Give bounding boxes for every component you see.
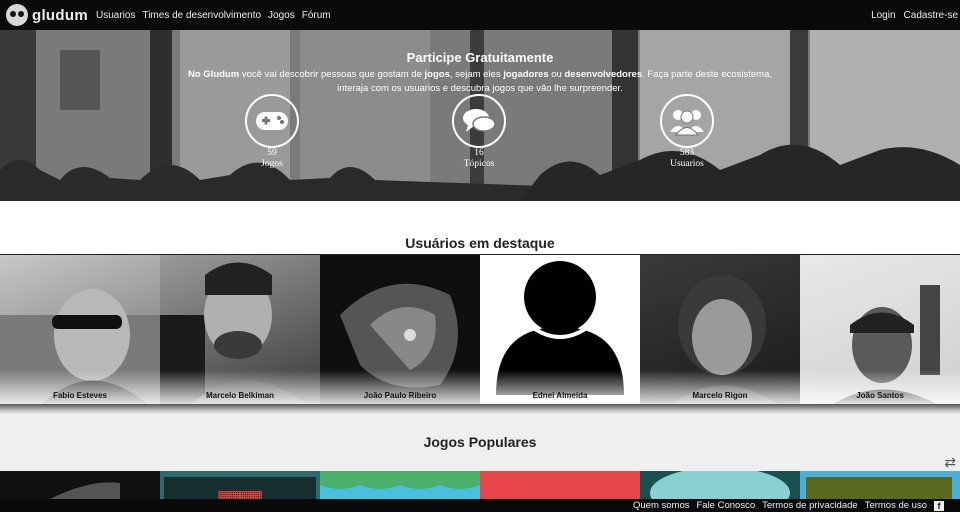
footer-fale-conosco[interactable]: Fale Conosco [696, 500, 755, 511]
login-link[interactable]: Login [871, 10, 895, 21]
featured-users-title: Usuários em destaque [405, 235, 555, 251]
auth-nav: Login Cadastre-se [871, 10, 958, 21]
logo[interactable]: gludum [6, 4, 90, 26]
stat-topicos[interactable]: 16 Tópicos [434, 94, 524, 170]
user-name: Marcelo Rigon [692, 391, 748, 400]
footer-quem-somos[interactable]: Quem somos [633, 500, 690, 511]
logo-text: gludum [32, 6, 88, 24]
signup-link[interactable]: Cadastre-se [904, 10, 958, 21]
user-card[interactable]: Fabio Esteves [0, 255, 160, 406]
popular-games-title: Jogos Populares [423, 434, 537, 450]
nav-jogos[interactable]: Jogos [268, 10, 295, 21]
user-card[interactable]: João Santos [800, 255, 960, 406]
nav-usuarios[interactable]: Usuarios [96, 10, 135, 21]
user-card[interactable]: João Paulo Ribeiro [320, 255, 480, 406]
user-card[interactable]: Marcelo Rigon [640, 255, 800, 406]
user-card[interactable]: Marcelo Belkiman [160, 255, 320, 406]
user-card[interactable]: Ednei Almeida [480, 255, 640, 406]
hero-banner: Participe Gratuitamente No Gludum você v… [0, 30, 960, 201]
featured-users-carousel: Fabio Esteves Marcelo Belkiman João Paul… [0, 254, 960, 406]
footer-termos-uso[interactable]: Termos de uso [865, 500, 927, 511]
footer-privacidade[interactable]: Termos de privacidade [762, 500, 858, 511]
user-name: João Santos [856, 391, 904, 400]
hero-description: No Gludum você vai descobrir pessoas que… [187, 69, 773, 94]
main-nav: Usuarios Times de desenvolvimento Jogos … [96, 10, 331, 21]
nav-times[interactable]: Times de desenvolvimento [142, 10, 261, 21]
hero-title: Participe Gratuitamente [406, 50, 554, 65]
stat-jogos[interactable]: 59 Jogos [227, 94, 317, 170]
user-name: João Paulo Ribeiro [363, 391, 437, 400]
facebook-icon[interactable]: f [934, 500, 944, 511]
nav-forum[interactable]: Fórum [302, 10, 331, 21]
user-name: Ednei Almeida [532, 391, 588, 400]
users-group-icon [660, 94, 714, 148]
stat-usuarios[interactable]: 583 Usuarios [642, 94, 732, 170]
chat-bubbles-icon [452, 94, 506, 148]
alien-logo-icon [6, 4, 28, 26]
divider-shadow [0, 404, 960, 414]
top-navbar: gludum Usuarios Times de desenvolvimento… [0, 0, 960, 30]
swap-arrows-icon[interactable]: ⇄ [944, 454, 956, 471]
user-name: Fabio Esteves [53, 391, 107, 400]
user-name: Marcelo Belkiman [205, 391, 275, 400]
footer-bar: Quem somos Fale Conosco Termos de privac… [0, 499, 960, 512]
gamepad-icon [245, 94, 299, 148]
